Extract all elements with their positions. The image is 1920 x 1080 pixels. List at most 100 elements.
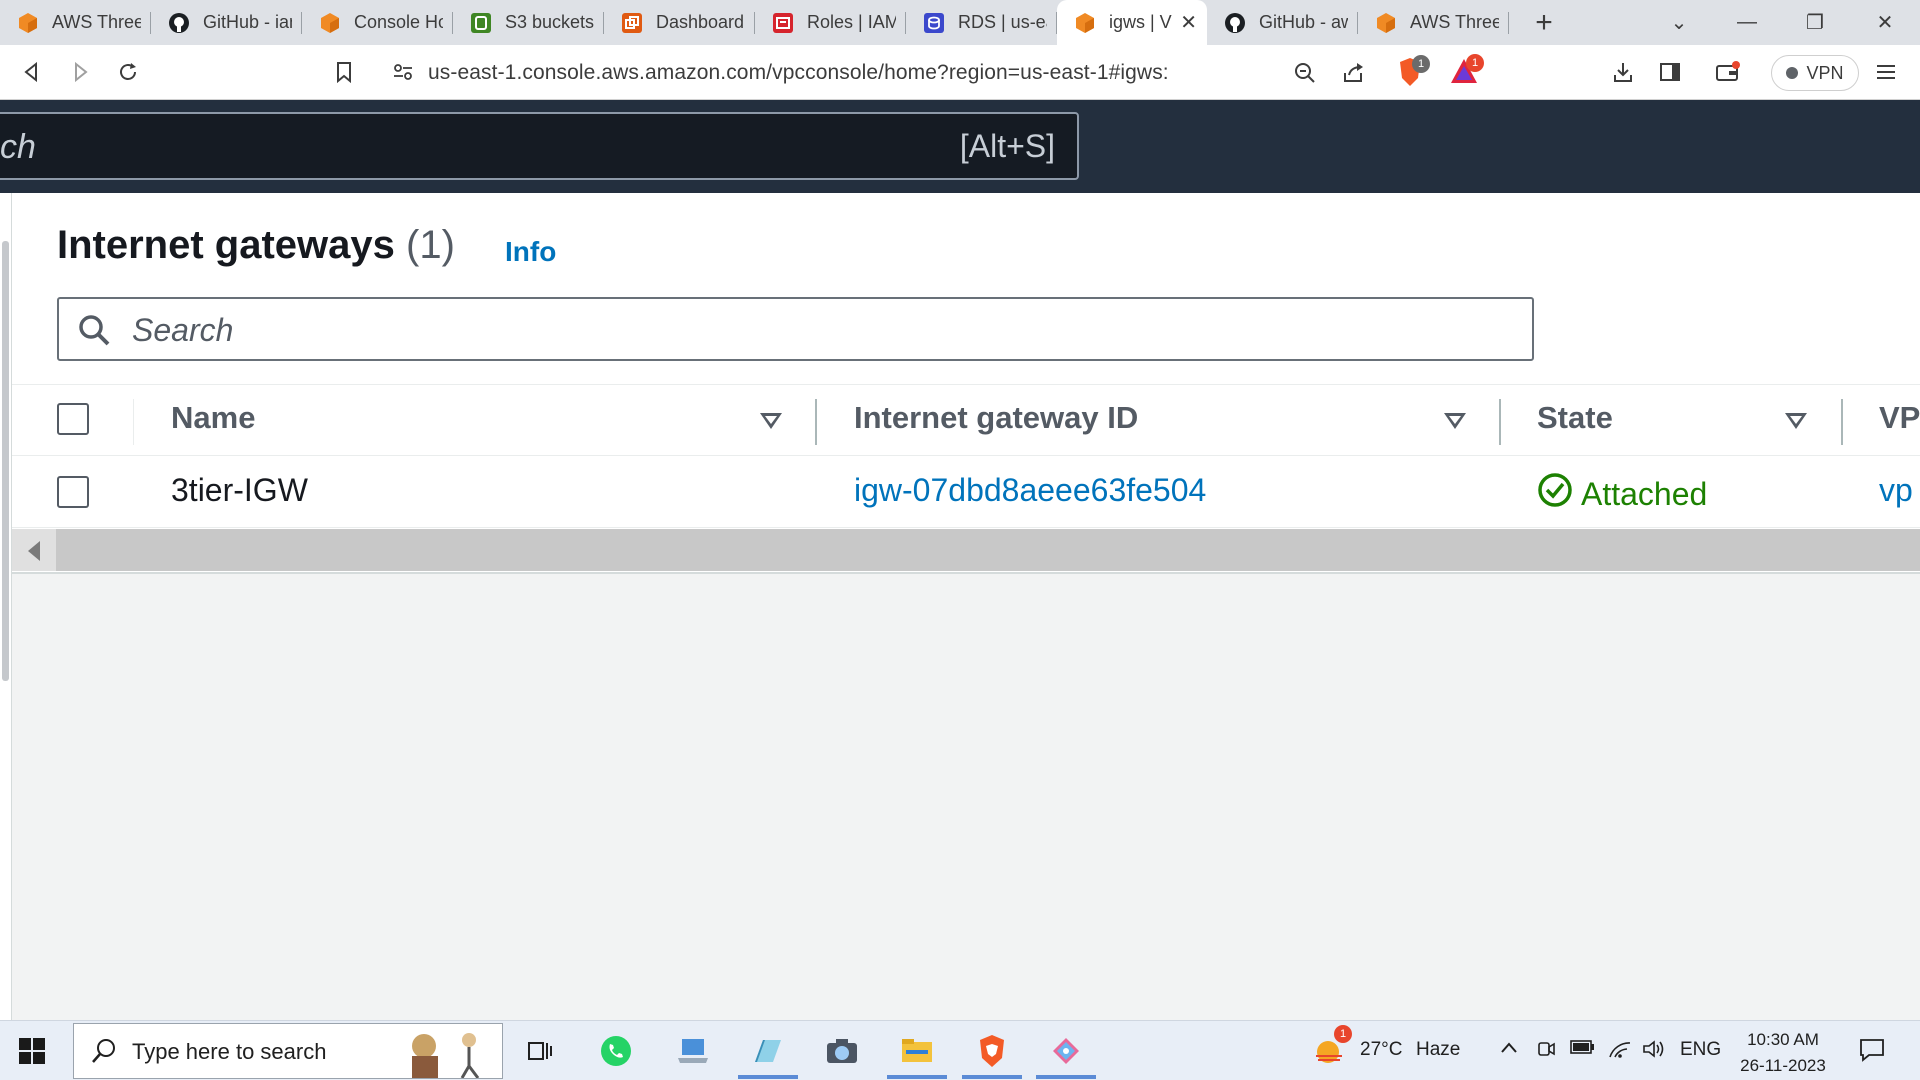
browser-tab[interactable]: Console Hor [302,0,453,45]
url-text: us-east-1.console.aws.amazon.com/vpccons… [428,60,1169,84]
whatsapp-icon[interactable] [596,1031,636,1071]
laptop-app-icon[interactable] [673,1031,713,1071]
sort-descending-icon[interactable] [1785,413,1807,429]
brave-browser-icon[interactable] [962,1031,1022,1079]
system-clock[interactable]: 10:30 AM 26-11-2023 [1708,1027,1858,1079]
aws-cube-icon [1073,11,1097,35]
column-divider [133,399,134,445]
check-circle-icon [1537,472,1573,516]
task-view-icon[interactable] [520,1031,560,1071]
aws-unified-search[interactable]: ch [Alt+S] [0,112,1079,180]
sort-descending-icon[interactable] [1444,413,1466,429]
column-header-igw-id[interactable]: Internet gateway ID [854,400,1138,436]
horizontal-scrollbar[interactable] [12,529,1920,571]
browser-tab[interactable]: Roles | IAM [755,0,906,45]
weather-icon[interactable]: 1 [1310,1025,1352,1071]
item-count: (1) [406,223,455,267]
share-icon[interactable] [1341,61,1365,90]
aws-cube-icon [16,11,40,35]
column-resizer[interactable] [815,399,817,445]
new-tab-plus-icon[interactable]: + [1527,6,1561,40]
aws-cube-icon [1374,11,1398,35]
vertical-scrollbar[interactable] [2,241,9,681]
brave-rewards-icon[interactable]: 1 [1450,54,1484,89]
browser-tab[interactable]: RDS | us-eas [906,0,1057,45]
browser-tab[interactable]: AWS Three [1358,0,1509,45]
meet-now-icon[interactable] [1536,1039,1556,1065]
url-bar[interactable]: us-east-1.console.aws.amazon.com/vpccons… [378,52,1490,93]
search-icon [77,313,111,352]
close-tab-icon[interactable]: ✕ [1180,10,1197,35]
close-window-icon[interactable]: ✕ [1860,0,1910,45]
internet-gateways-table-panel: Internet gateways (1) Info Search Name I… [12,193,1920,574]
browser-tab[interactable]: S3 buckets | [453,0,604,45]
minimize-icon[interactable]: — [1722,0,1772,45]
volume-icon[interactable] [1642,1039,1666,1065]
column-header-vpc[interactable]: VP [1879,400,1920,436]
s3-icon [469,11,493,35]
bookmark-icon[interactable] [326,54,362,90]
scroll-left-icon[interactable] [28,541,40,561]
sort-descending-icon[interactable] [760,413,782,429]
aws-search-placeholder: ch [0,128,36,166]
restore-icon[interactable]: ❐ [1790,0,1840,45]
site-settings-icon[interactable] [392,62,414,87]
column-resizer[interactable] [1841,399,1843,445]
select-all-checkbox[interactable] [57,403,89,435]
chevron-up-icon[interactable] [1500,1039,1518,1061]
page-title: Internet gateways (1) [57,223,455,267]
browser-tab-bar: AWS Three T GitHub - ian Console Hor S3 … [0,0,1920,45]
cell-name: 3tier-IGW [171,472,308,508]
column-header-state[interactable]: State [1537,400,1613,436]
sidebar-icon[interactable] [1652,54,1688,90]
notifications-icon[interactable] [1858,1037,1886,1069]
browser-toolbar: us-east-1.console.aws.amazon.com/vpccons… [0,45,1920,100]
back-icon[interactable] [14,54,50,90]
info-link[interactable]: Info [505,236,556,268]
snipping-tool-icon[interactable] [1036,1031,1096,1079]
iam-icon [771,11,795,35]
tab-list-chevron-icon[interactable]: ⌄ [1654,0,1704,45]
cell-vpc-link[interactable]: vp [1879,472,1913,509]
menu-icon[interactable] [1868,54,1904,90]
browser-tab[interactable]: GitHub - aw [1207,0,1358,45]
battery-icon[interactable] [1570,1039,1596,1061]
side-nav-rail[interactable] [0,193,12,1020]
browser-tab[interactable]: GitHub - ian [151,0,302,45]
rds-icon [922,11,946,35]
reload-icon[interactable] [110,54,146,90]
notepad-app-icon[interactable] [738,1031,798,1079]
github-icon [167,11,191,35]
browser-tab[interactable]: Dashboard | [604,0,755,45]
table-row[interactable]: 3tier-IGW igw-07dbd8aeee63fe504 Attached… [12,456,1920,528]
vpn-button[interactable]: VPN [1771,55,1859,91]
search-placeholder: Search [132,312,234,348]
zoom-icon[interactable] [1293,61,1317,90]
forward-icon[interactable] [62,54,98,90]
camera-app-icon[interactable] [822,1031,862,1071]
main-content: Internet gateways (1) Info Search Name I… [0,193,1920,1020]
file-explorer-icon[interactable] [887,1031,947,1079]
taskbar-search[interactable]: Type here to search [73,1023,503,1079]
column-resizer[interactable] [1499,399,1501,445]
search-shortcut-hint: [Alt+S] [959,128,1055,164]
column-header-name[interactable]: Name [171,400,255,436]
search-input[interactable]: Search [57,297,1534,361]
aws-service-icon [620,11,644,35]
browser-tab[interactable]: AWS Three T [0,0,151,45]
wallet-icon[interactable] [1710,54,1746,90]
weather-temperature[interactable]: 27°C [1360,1039,1402,1061]
cell-state: Attached [1537,472,1707,516]
windows-start-icon[interactable] [18,1037,46,1070]
cell-igw-id-link[interactable]: igw-07dbd8aeee63fe504 [854,472,1206,509]
download-icon[interactable] [1605,54,1641,90]
vpn-status-icon [1786,67,1799,79]
row-checkbox[interactable] [57,476,89,508]
brave-shields-icon[interactable]: 1 [1396,55,1430,92]
search-highlight-illustration [394,1028,494,1080]
wifi-icon[interactable] [1608,1039,1632,1065]
scrollbar-thumb[interactable] [56,529,1920,571]
browser-tab-active[interactable]: igws | V ✕ [1057,0,1207,45]
windows-taskbar: Type here to search 1 27°C Haze ENG 10:3… [0,1020,1920,1080]
weather-condition[interactable]: Haze [1416,1039,1460,1061]
